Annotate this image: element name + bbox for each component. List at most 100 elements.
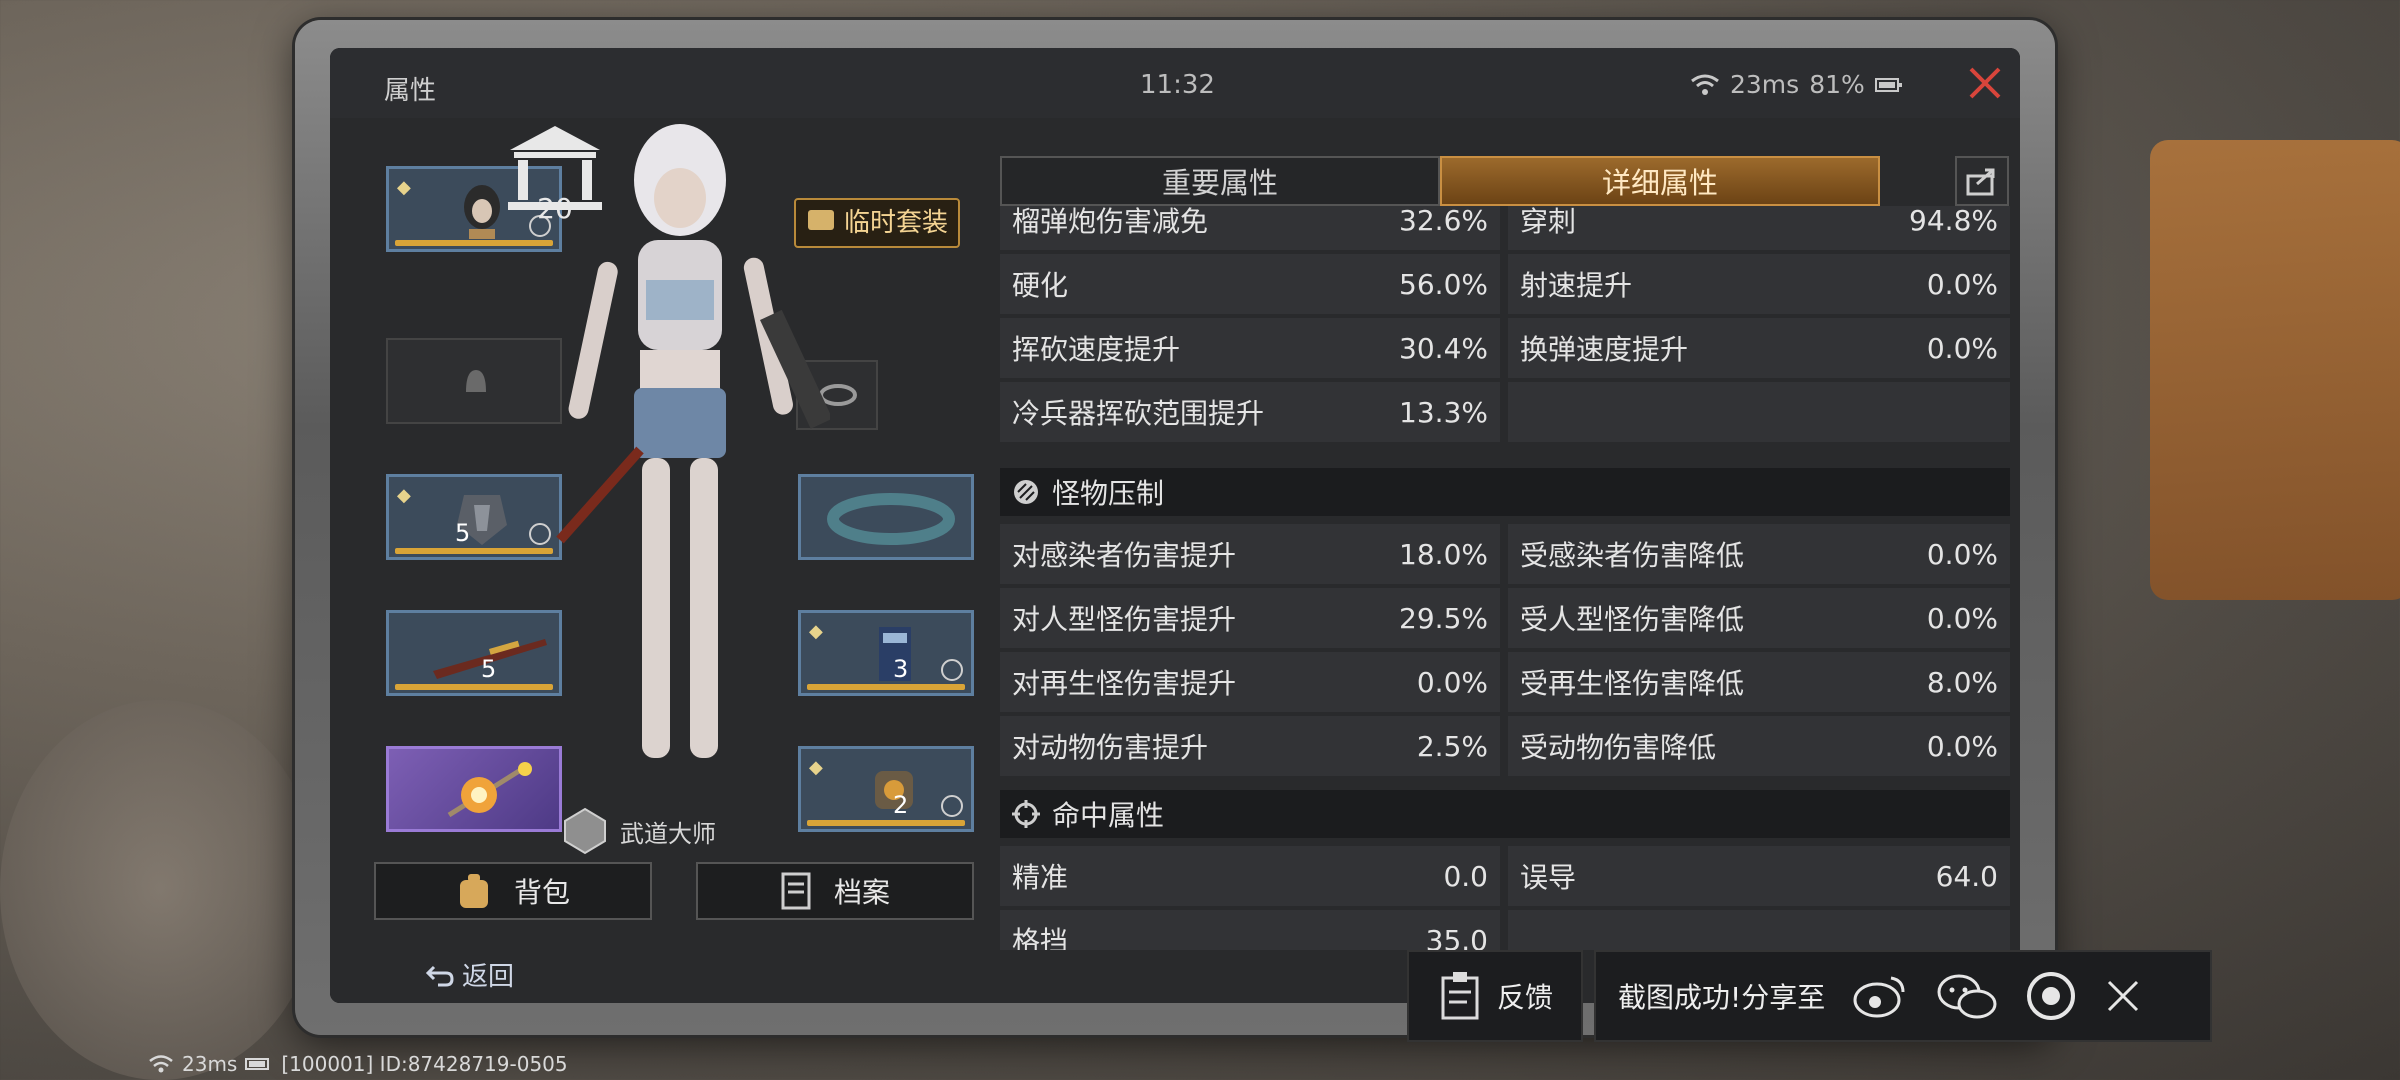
temp-suit-badge[interactable]: 临时套装: [794, 198, 961, 248]
tab-detailed-attributes[interactable]: 详细属性: [1440, 156, 1880, 206]
battery-icon: [245, 1058, 270, 1070]
stat-label: 硬化: [1012, 269, 1069, 302]
master-emblem-icon: [564, 807, 606, 855]
gem-icon: ◆: [397, 485, 411, 506]
stat-row: 对再生怪伤害提升 0.0% 受再生怪伤害降低 8.0%: [1000, 652, 2010, 712]
stat-label: 穿刺: [1520, 206, 1577, 238]
footer-status: 23ms [100001] ID:87428719-0505: [148, 1052, 568, 1076]
stat-label: 对动物伤害提升: [1012, 731, 1209, 764]
stat-value: 18.0%: [1399, 537, 1488, 571]
stat-value: 94.8%: [1909, 206, 1998, 237]
character-model: [556, 124, 830, 758]
section-header-hit: 命中属性: [1000, 790, 2010, 838]
empty-slot-icon: [466, 370, 486, 392]
wifi-icon: [149, 1055, 173, 1073]
backpack-icon: [459, 874, 488, 908]
stat-value: 56.0%: [1399, 267, 1488, 301]
attribute-tabs: 重要属性 详细属性: [1000, 156, 1880, 206]
stat-value: 35.0: [1425, 923, 1488, 951]
bind-badge-icon: [941, 659, 963, 681]
feedback-button[interactable]: 反馈: [1407, 950, 1583, 1042]
stat-label: 射速提升: [1520, 269, 1633, 302]
stat-label: 换弹速度提升: [1520, 333, 1689, 366]
stat-label: 受人型怪伤害降低: [1520, 603, 1745, 636]
section-title: 怪物压制: [1052, 477, 1165, 510]
stat-label: 对再生怪伤害提升: [1012, 667, 1237, 700]
bag-button[interactable]: 背包: [374, 862, 652, 920]
suit-icon: [808, 210, 834, 230]
stat-value: 0.0%: [1926, 267, 1998, 301]
stat-label: 受动物伤害降低: [1520, 731, 1717, 764]
stat-value: 0.0%: [1926, 331, 1998, 365]
camera-shutter-icon[interactable]: [2025, 970, 2077, 1022]
durability-bar: [807, 684, 965, 690]
battery-text: 81%: [1809, 70, 1865, 99]
stat-value: 0.0%: [1926, 729, 1998, 763]
feedback-label: 反馈: [1496, 981, 1553, 1014]
archive-button[interactable]: 档案: [696, 862, 974, 920]
stat-label: 误导: [1520, 861, 1577, 894]
stat-label: 受再生怪伤害降低: [1520, 667, 1745, 700]
slot-level: 5: [481, 655, 497, 683]
section-header-monster: 怪物压制: [1000, 468, 2010, 516]
slot-level: 5: [455, 519, 471, 547]
share-bar: 截图成功!分享至: [1594, 950, 2212, 1042]
stat-label: 格挡: [1012, 925, 1069, 950]
stat-row: 格挡 35.0: [1000, 910, 2010, 950]
bind-badge-icon: [941, 795, 963, 817]
stat-label: 冷兵器挥砍范围提升: [1012, 397, 1265, 430]
stat-label: 榴弹炮伤害减免: [1012, 206, 1209, 238]
close-icon[interactable]: [2103, 976, 2143, 1016]
stat-value: 32.6%: [1399, 206, 1488, 237]
clock: 11:32: [1140, 70, 1215, 100]
stat-value: 30.4%: [1399, 331, 1488, 365]
archive-button-label: 档案: [833, 876, 890, 909]
stat-row: 对感染者伤害提升 18.0% 受感染者伤害降低 0.0%: [1000, 524, 2010, 584]
stat-row: 冷兵器挥砍范围提升 13.3%: [1000, 382, 2010, 442]
master-title: 武道大师: [560, 806, 716, 856]
wechat-icon[interactable]: [1935, 972, 1999, 1020]
stat-label: 对人型怪伤害提升: [1012, 603, 1237, 636]
page-title: 属性: [384, 76, 437, 106]
top-bar: 属性 11:32 23ms 81%: [330, 48, 2020, 120]
bracelet-icon: [827, 493, 955, 545]
durability-bar: [807, 820, 965, 826]
stat-value: 13.3%: [1399, 395, 1488, 429]
clipboard-icon: [1441, 972, 1479, 1020]
crosshair-icon: [1012, 800, 1040, 828]
wifi-icon: [1691, 74, 1719, 95]
background-crate: [2150, 140, 2400, 600]
share-icon: [1966, 168, 1995, 196]
stat-row: 榴弹炮伤害减免 32.6% 穿刺 94.8%: [1000, 206, 2010, 250]
back-button[interactable]: 返回: [424, 956, 514, 993]
share-button[interactable]: [1955, 156, 2009, 206]
stat-label: 精准: [1012, 861, 1069, 894]
stat-label: 受感染者伤害降低: [1520, 539, 1745, 572]
stat-value: 2.5%: [1416, 729, 1488, 763]
stat-value: 29.5%: [1399, 601, 1488, 635]
stat-row: 挥砍速度提升 30.4% 换弹速度提升 0.0%: [1000, 318, 2010, 378]
slot-level: 2: [893, 791, 909, 819]
stat-row: 精准 0.0 误导 64.0: [1000, 846, 2010, 906]
weibo-icon[interactable]: [1851, 972, 1909, 1020]
stat-value: 64.0: [1935, 859, 1998, 893]
stats-list[interactable]: 榴弹炮伤害减免 32.6% 穿刺 94.8% 硬化 56.0% 射速提升 0.0% 挥砍…: [1000, 206, 2010, 950]
stat-row: 对人型怪伤害提升 29.5% 受人型怪伤害降低 0.0%: [1000, 588, 2010, 648]
bag-button-label: 背包: [513, 876, 570, 909]
close-icon[interactable]: [1966, 64, 2004, 102]
master-title-text: 武道大师: [620, 819, 716, 848]
battery-icon: [1874, 77, 1902, 92]
stat-row: 硬化 56.0% 射速提升 0.0%: [1000, 254, 2010, 314]
stat-row: 对动物伤害提升 2.5% 受动物伤害降低 0.0%: [1000, 716, 2010, 776]
tab-important-attributes[interactable]: 重要属性: [1000, 156, 1440, 206]
stat-label: 对感染者伤害提升: [1012, 539, 1237, 572]
stat-value: 0.0%: [1926, 537, 1998, 571]
footer-id: [100001] ID:87428719-0505: [281, 1052, 568, 1076]
stat-value: 0.0%: [1416, 665, 1488, 699]
status-indicators: 23ms 81%: [1690, 70, 1903, 99]
background-blur: [0, 700, 320, 1080]
stat-value: 0.0%: [1926, 601, 1998, 635]
stat-label: 挥砍速度提升: [1012, 333, 1181, 366]
temp-suit-label: 临时套装: [844, 208, 949, 238]
stat-value: 0.0: [1443, 859, 1488, 893]
